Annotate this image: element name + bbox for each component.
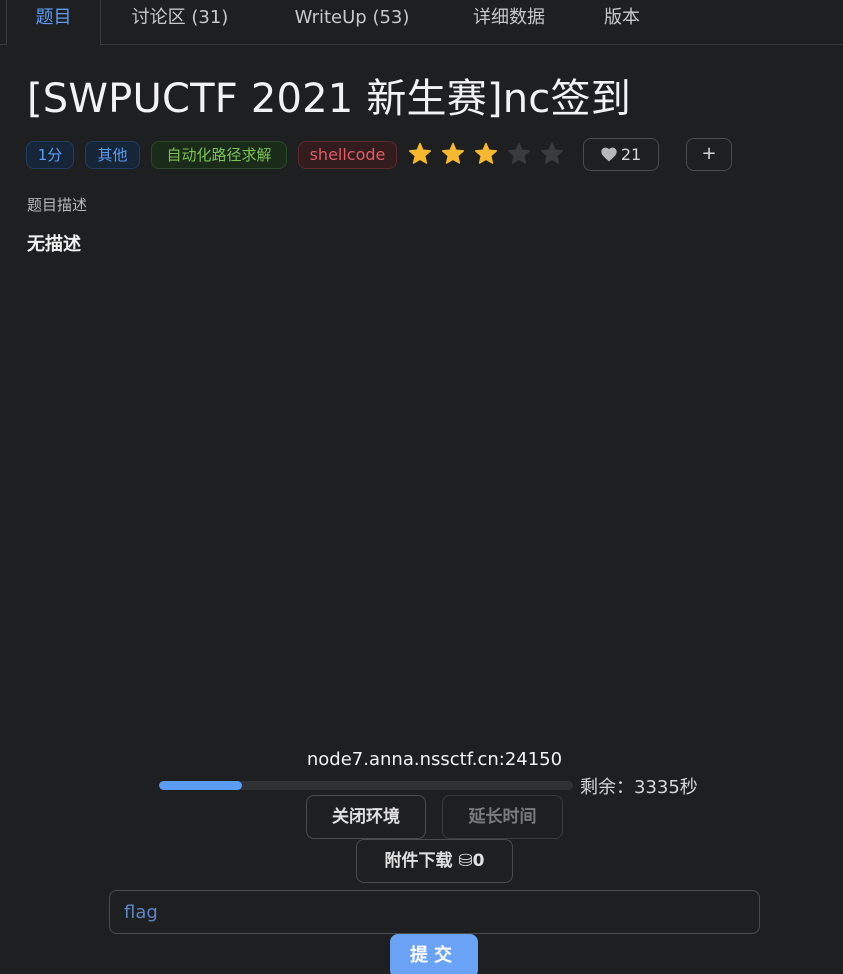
add-button[interactable]: + — [686, 138, 732, 171]
tab-details[interactable]: 详细数据 — [460, 0, 558, 45]
instance-address[interactable]: node7.anna.nssctf.cn:24150 — [0, 749, 843, 770]
tab-writeup[interactable]: WriteUp (53) — [276, 0, 428, 45]
submit-button[interactable]: 提交 — [390, 934, 478, 974]
like-count: 21 — [620, 145, 642, 164]
description-text: 无描述 — [27, 234, 81, 255]
download-attachment-button[interactable]: 附件下载 ⛁0 — [356, 839, 513, 883]
time-progress-fill — [159, 781, 242, 790]
tag-auto-path[interactable]: 自动化路径求解 — [151, 141, 287, 169]
tab-problem[interactable]: 题目 — [6, 0, 101, 46]
flag-input[interactable] — [109, 890, 760, 934]
star-filled-icon[interactable] — [441, 142, 465, 166]
heart-icon — [601, 147, 617, 162]
like-button[interactable]: 21 — [583, 138, 659, 171]
tag-shellcode[interactable]: shellcode — [298, 141, 397, 169]
challenge-page: 题目 讨论区 (31) WriteUp (53) 详细数据 版本 [SWPUCT… — [0, 0, 843, 974]
page-title: [SWPUCTF 2021 新生赛]nc签到 — [27, 76, 631, 122]
description-label: 题目描述 — [27, 196, 88, 214]
star-empty-icon[interactable] — [540, 142, 564, 166]
tag-points[interactable]: 1分 — [26, 141, 74, 169]
remaining-time: 剩余：3335秒 — [580, 777, 698, 798]
tab-discussion[interactable]: 讨论区 (31) — [116, 0, 244, 45]
star-filled-icon[interactable] — [408, 142, 432, 166]
star-filled-icon[interactable] — [474, 142, 498, 166]
time-progress-bar — [159, 781, 573, 790]
tab-bar: 题目 讨论区 (31) WriteUp (53) 详细数据 版本 — [0, 0, 843, 46]
star-empty-icon[interactable] — [507, 142, 531, 166]
tab-version[interactable]: 版本 — [592, 0, 652, 45]
close-environment-button[interactable]: 关闭环境 — [306, 795, 426, 839]
tag-category[interactable]: 其他 — [85, 141, 140, 169]
extend-time-button[interactable]: 延长时间 — [442, 795, 563, 839]
